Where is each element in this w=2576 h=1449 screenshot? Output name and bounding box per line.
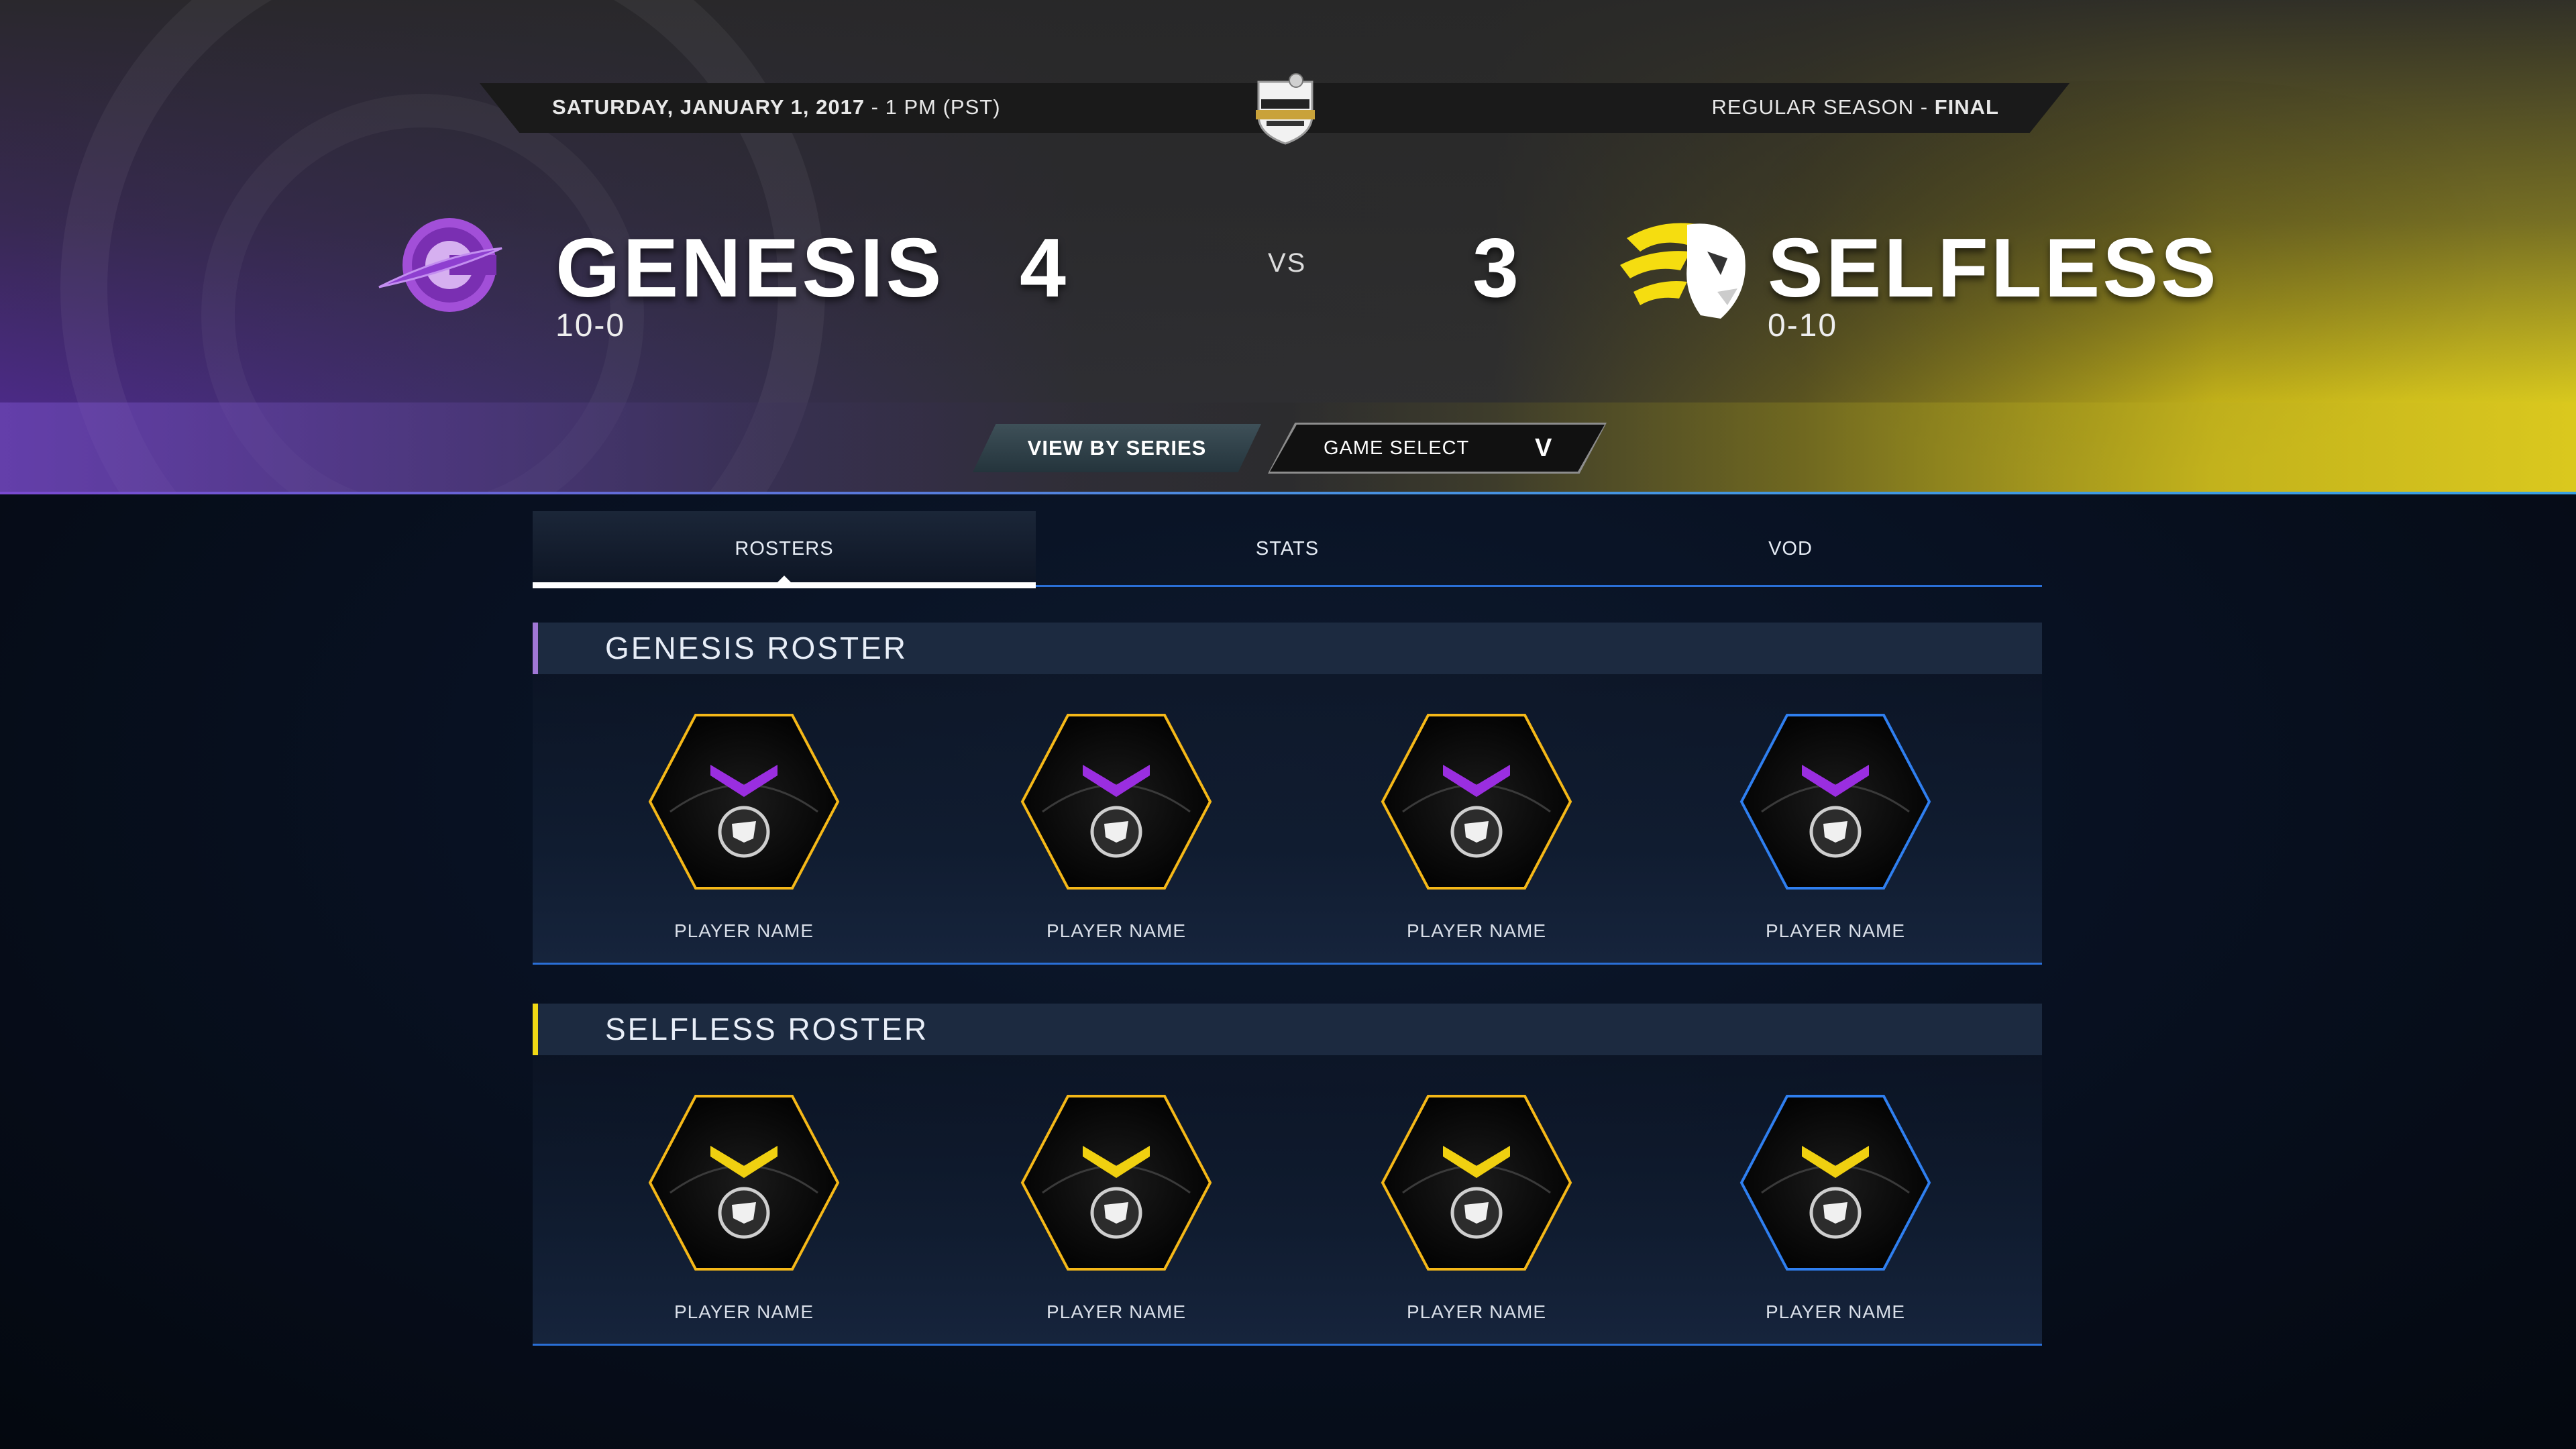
roster-section: GENESIS ROSTER PLAYER NAME PLAYER NAME PLAY…	[533, 623, 2042, 965]
player-card[interactable]: PLAYER NAME	[1735, 1092, 1936, 1340]
player-card[interactable]: PLAYER NAME	[1735, 711, 1936, 959]
versus-label: VS	[1268, 248, 1307, 278]
player-name: PLAYER NAME	[1406, 1301, 1547, 1322]
chevron-down-icon: V	[1535, 434, 1553, 462]
rlcs-logo-icon	[1256, 73, 1315, 145]
player-avatar	[1739, 1095, 1931, 1271]
roster-header: GENESIS ROSTER	[533, 623, 2042, 674]
roster-title: GENESIS ROSTER	[605, 631, 908, 665]
roster-accent-bar	[533, 1004, 538, 1055]
away-team-score: 3	[1472, 222, 1519, 315]
roster-bottom-line	[533, 963, 2042, 965]
view-by-series-button[interactable]: VIEW BY SERIES	[973, 424, 1261, 472]
game-select-label: GAME SELECT	[1324, 437, 1470, 459]
player-name: PLAYER NAME	[674, 920, 814, 941]
home-team-score: 4	[1020, 222, 1066, 315]
player-name: PLAYER NAME	[1046, 1301, 1187, 1322]
player-frame	[1381, 1095, 1572, 1271]
roster-body: PLAYER NAME PLAYER NAME PLAYER NAME PLAYER …	[533, 1055, 2042, 1344]
roster-body: PLAYER NAME PLAYER NAME PLAYER NAME PLAYER …	[533, 674, 2042, 963]
player-card[interactable]: PLAYER NAME	[1376, 1092, 1577, 1340]
player-frame	[1739, 714, 1931, 890]
away-team-record: 0-10	[1768, 308, 1838, 343]
selfless-lion-logo	[1620, 223, 1746, 319]
player-frame	[1020, 1095, 1212, 1271]
player-frame	[648, 714, 840, 890]
player-card[interactable]: PLAYER NAME	[643, 1092, 845, 1340]
roster-title: SELFLESS ROSTER	[605, 1012, 929, 1046]
roster-accent-bar	[533, 623, 538, 674]
roster-bottom-line	[533, 1344, 2042, 1346]
player-name: PLAYER NAME	[1765, 920, 1906, 941]
player-name: PLAYER NAME	[1765, 1301, 1906, 1322]
match-date: SATURDAY, JANUARY 1, 2017 - 1 PM (PST)	[552, 95, 1001, 119]
player-card[interactable]: PLAYER NAME	[1376, 711, 1577, 959]
tab-active-indicator	[533, 582, 1036, 588]
match-stage: REGULAR SEASON - FINAL	[1711, 95, 1999, 119]
away-team-name: SELFLESS	[1768, 222, 2219, 315]
game-select-dropdown[interactable]: GAME SELECT V	[1270, 425, 1605, 472]
player-frame	[648, 1095, 840, 1271]
player-name: PLAYER NAME	[674, 1301, 814, 1322]
player-frame	[1381, 714, 1572, 890]
player-card[interactable]: PLAYER NAME	[643, 711, 845, 959]
player-avatar	[648, 714, 840, 890]
roster-section: SELFLESS ROSTER PLAYER NAME PLAYER NAME PLA…	[533, 1004, 2042, 1346]
tab-active-caret	[777, 576, 791, 582]
player-name: PLAYER NAME	[1046, 920, 1187, 941]
player-frame	[1739, 1095, 1931, 1271]
tab-stats[interactable]: STATS	[1036, 511, 1539, 586]
player-avatar	[1381, 1095, 1572, 1271]
tab-bar: ROSTERS STATS VOD	[533, 511, 2042, 586]
player-name: PLAYER NAME	[1406, 920, 1547, 941]
player-card[interactable]: PLAYER NAME	[1016, 711, 1217, 959]
player-avatar	[648, 1095, 840, 1271]
player-avatar	[1739, 714, 1931, 890]
home-team-name: GENESIS	[555, 222, 945, 315]
home-team-record: 10-0	[555, 308, 626, 343]
tab-vod[interactable]: VOD	[1539, 511, 2042, 586]
player-frame	[1020, 714, 1212, 890]
roster-header: SELFLESS ROSTER	[533, 1004, 2042, 1055]
player-card[interactable]: PLAYER NAME	[1016, 1092, 1217, 1340]
player-avatar	[1020, 714, 1212, 890]
player-avatar	[1381, 714, 1572, 890]
player-avatar	[1020, 1095, 1212, 1271]
genesis-logo	[378, 218, 502, 312]
